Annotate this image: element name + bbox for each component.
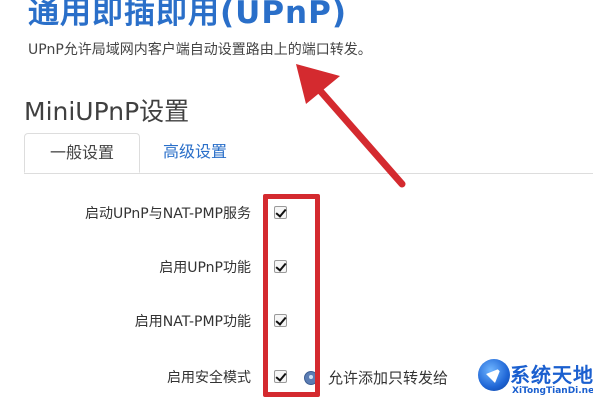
watermark: 系统天地 XiTongTianDi.net [472,356,593,403]
annotation-arrow [296,64,406,188]
watermark-url: XiTongTianDi.net [512,386,593,396]
arrow-head-icon [296,64,340,104]
watermark-name: 系统天地 [510,363,593,387]
watermark-logo-icon [478,359,510,391]
arrow-shaft [312,82,406,188]
